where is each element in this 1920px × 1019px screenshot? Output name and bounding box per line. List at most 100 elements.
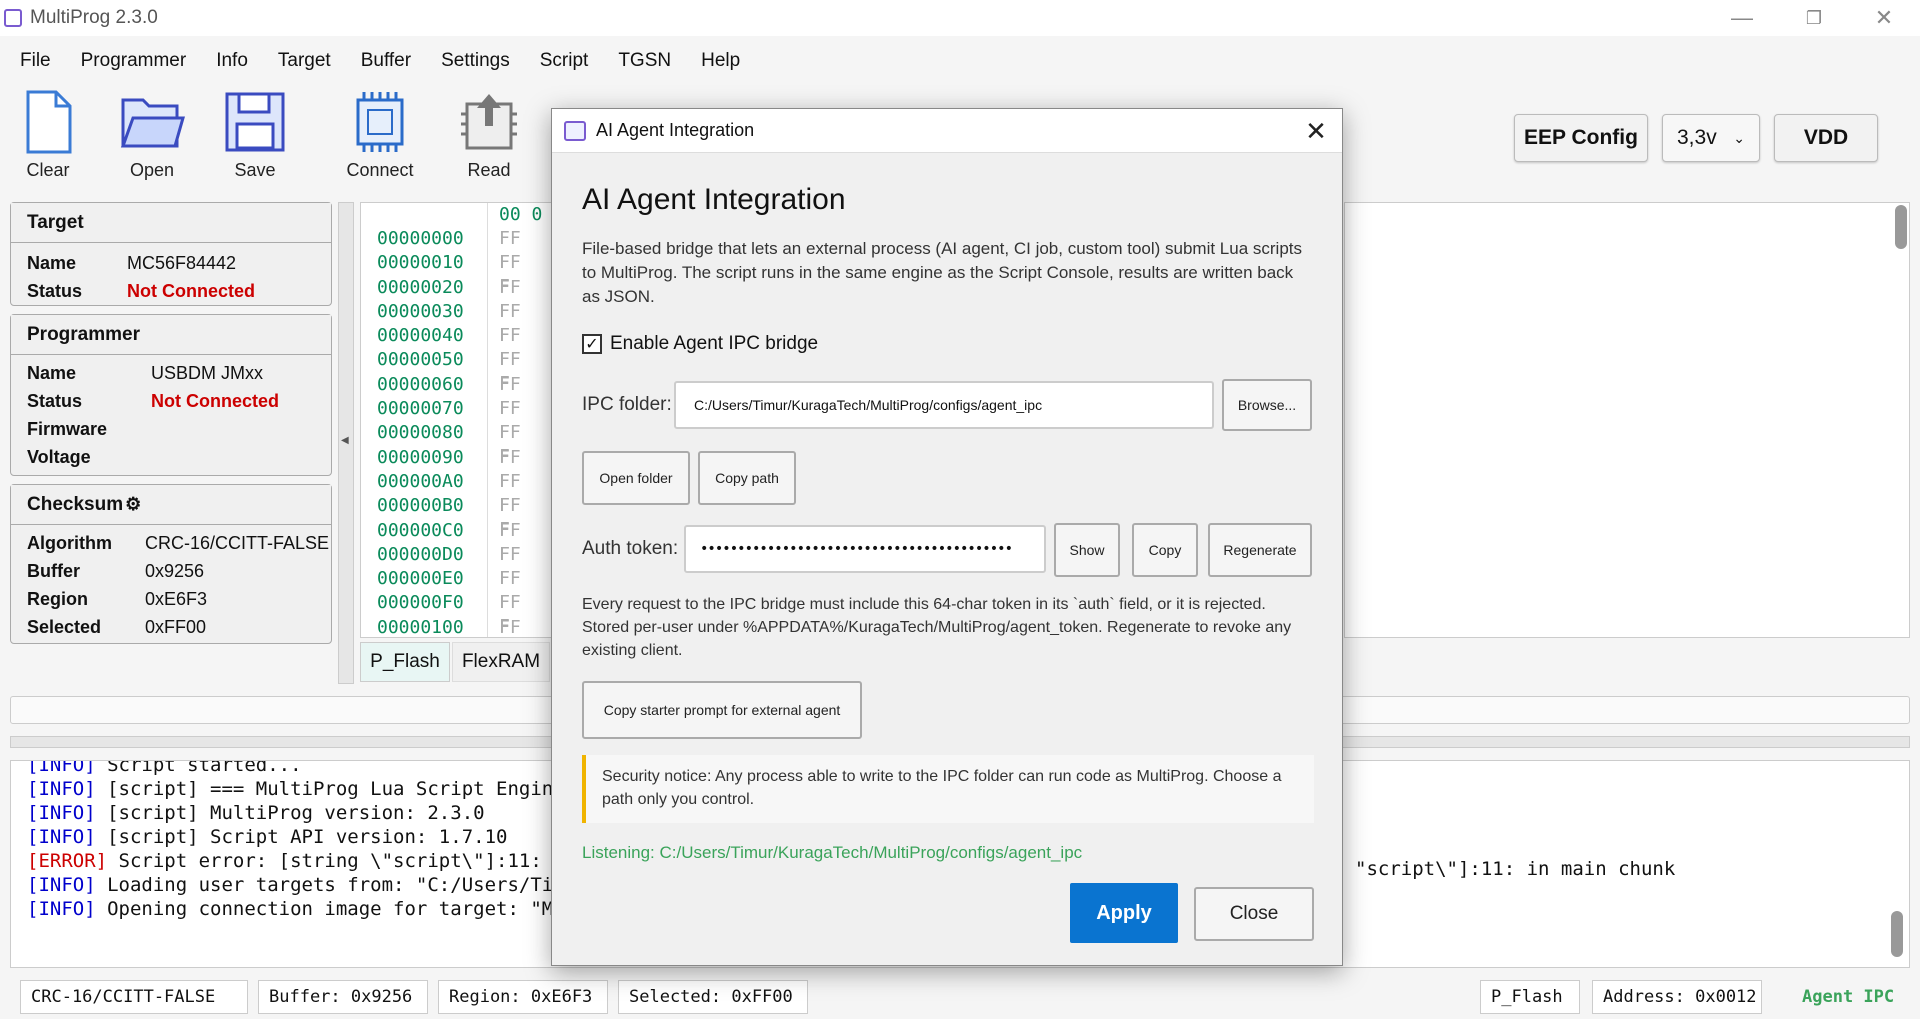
menu-programmer[interactable]: Programmer xyxy=(77,48,191,74)
hex-address: 00000030 xyxy=(377,300,464,322)
hex-address: 00000040 xyxy=(377,325,464,347)
open-folder-button[interactable]: Open folder xyxy=(582,451,690,505)
log-text: [script] MultiProg version: 2.3.0 xyxy=(95,802,485,824)
menu-target[interactable]: Target xyxy=(274,48,335,74)
hex-address: 00000090 xyxy=(377,446,464,468)
firmware-label: Firmware xyxy=(27,418,108,439)
log-tag: [INFO] xyxy=(27,760,96,776)
menu-file[interactable]: File xyxy=(16,48,55,74)
apply-button[interactable]: Apply xyxy=(1070,883,1178,943)
dialog-description: File-based bridge that lets an external … xyxy=(582,239,1303,306)
right-content-panel xyxy=(1344,202,1910,638)
programmer-status-label: Status xyxy=(27,390,83,411)
gear-icon[interactable]: ⚙ xyxy=(125,494,141,515)
hex-row: 000000E0 FF F xyxy=(361,567,521,613)
panel-splitter[interactable]: ◀ xyxy=(338,202,354,684)
status-selected: Selected: 0xFF00 xyxy=(618,980,808,1014)
browse-button[interactable]: Browse... xyxy=(1222,379,1312,431)
enable-ipc-label: Enable Agent IPC bridge xyxy=(610,333,819,354)
target-name-label: Name xyxy=(27,252,77,273)
status-buffer: Buffer: 0x9256 xyxy=(258,980,428,1014)
read-button[interactable]: Read xyxy=(441,90,537,181)
log-tag: [INFO] xyxy=(27,898,96,920)
status-agent-ipc[interactable]: Agent IPC xyxy=(1792,980,1912,1014)
programmer-panel: Programmer Name USBDM JMxx Status Not Conn… xyxy=(10,314,332,476)
menu-info[interactable]: Info xyxy=(212,48,252,74)
buffer-label: Buffer xyxy=(27,560,80,581)
enable-ipc-checkbox[interactable]: ✓ xyxy=(582,334,602,354)
hex-column-header: 00 0 xyxy=(499,204,543,225)
hex-address: 000000D0 xyxy=(377,543,464,565)
hex-row: 000000F0 FF F xyxy=(361,591,521,637)
folder-icon xyxy=(120,98,185,148)
minimize-button[interactable]: — xyxy=(1710,0,1774,36)
enable-ipc-row[interactable]: ✓ Enable Agent IPC bridge xyxy=(582,333,818,355)
chip-read-icon xyxy=(461,94,517,150)
save-button[interactable]: Save xyxy=(207,90,303,181)
hex-row: 000000A0 FF F xyxy=(361,470,521,516)
listening-status: Listening: C:/Users/Timur/KuragaTech/Mul… xyxy=(582,843,1083,862)
menu-tgsn[interactable]: TGSN xyxy=(614,48,675,74)
status-address: Address: 0x0012 xyxy=(1592,980,1762,1014)
hex-address: 000000A0 xyxy=(377,470,464,492)
close-window-button[interactable]: ✕ xyxy=(1852,0,1916,36)
scrollbar-thumb[interactable] xyxy=(1895,205,1907,249)
hex-address: 000000C0 xyxy=(377,519,464,541)
copy-path-button[interactable]: Copy path xyxy=(698,451,796,505)
target-name-value: MC56F84442 xyxy=(127,252,237,273)
menu-settings[interactable]: Settings xyxy=(437,48,514,74)
close-button[interactable]: Close xyxy=(1194,887,1314,941)
target-panel: Target Name MC56F84442 Status Not Connecte… xyxy=(10,202,332,306)
selected-value: 0xFF00 xyxy=(145,616,207,637)
target-header: Target xyxy=(11,203,331,243)
log-scrollbar-thumb[interactable] xyxy=(1891,911,1903,957)
vdd-button[interactable]: VDD xyxy=(1774,114,1878,162)
hex-address: 00000070 xyxy=(377,398,464,420)
auth-token-field[interactable]: ••••••••••••••••••••••••••••••••••••••••… xyxy=(684,525,1046,573)
region-label: Region xyxy=(27,588,88,609)
regenerate-token-button[interactable]: Regenerate xyxy=(1208,523,1312,577)
hex-row: 000000B0 FF F xyxy=(361,494,521,540)
hex-address: 00000000 xyxy=(377,228,464,249)
target-status-label: Status xyxy=(27,280,83,301)
restore-button[interactable]: ❐ xyxy=(1782,0,1846,36)
voltage-value: 3,3v xyxy=(1677,126,1717,149)
collapse-left-icon[interactable]: ◀ xyxy=(341,435,349,446)
eep-config-button[interactable]: EEP Config xyxy=(1514,114,1648,162)
copy-starter-prompt-button[interactable]: Copy starter prompt for external agent xyxy=(582,681,862,739)
open-label: Open xyxy=(129,160,175,180)
dialog-close-icon[interactable]: ✕ xyxy=(1300,115,1332,147)
ipc-folder-field[interactable]: C:/Users/Timur/KuragaTech/MultiProg/conf… xyxy=(674,381,1214,429)
algorithm-label: Algorithm xyxy=(27,532,112,553)
hex-address: 00000080 xyxy=(377,422,464,444)
copy-token-button[interactable]: Copy xyxy=(1132,523,1198,577)
buffer-value: 0x9256 xyxy=(145,560,205,581)
checksum-title: Checksum xyxy=(27,493,124,515)
hex-address: 00000060 xyxy=(377,373,464,395)
hex-cell[interactable]: FF F xyxy=(499,616,521,637)
hex-address: 00000050 xyxy=(377,349,464,371)
programmer-header: Programmer xyxy=(11,315,331,355)
checksum-header: Checksum ⚙ xyxy=(11,485,331,525)
menu-buffer[interactable]: Buffer xyxy=(357,48,415,74)
hex-rows: 00000000 FF F 00000010 FF F 00000020 FF F 0000… xyxy=(361,227,521,637)
hex-row: 00000080 FF F xyxy=(361,421,521,467)
dialog-app-icon xyxy=(564,120,586,141)
tab-p-flash[interactable]: P_Flash xyxy=(360,642,450,682)
tab-flexram[interactable]: FlexRAM xyxy=(452,642,550,682)
connect-button[interactable]: Connect xyxy=(332,90,428,181)
menu-help[interactable]: Help xyxy=(697,48,744,74)
menu-script[interactable]: Script xyxy=(536,48,593,74)
log-text: Script error: [string \"script\"]:11: Sc… xyxy=(107,850,588,872)
hex-row: 000000D0 FF F xyxy=(361,543,521,589)
status-region-name: P_Flash xyxy=(1480,980,1580,1014)
voltage-select[interactable]: 3,3v ⌄ xyxy=(1662,114,1760,162)
show-token-button[interactable]: Show xyxy=(1054,523,1120,577)
menu-bar: File Programmer Info Target Buffer Setti… xyxy=(0,44,766,78)
open-button[interactable]: Open xyxy=(104,90,200,181)
clear-button[interactable]: Clear xyxy=(0,90,96,181)
window-title: MultiProg 2.3.0 xyxy=(30,7,158,28)
log-text: Loading user targets from: "C:/Users/Tim… xyxy=(95,874,588,896)
hex-view[interactable]: 00 0 00000000 FF F 00000010 FF F 00000020 FF … xyxy=(360,202,552,638)
hex-row: 00000100 FF F xyxy=(361,616,521,637)
